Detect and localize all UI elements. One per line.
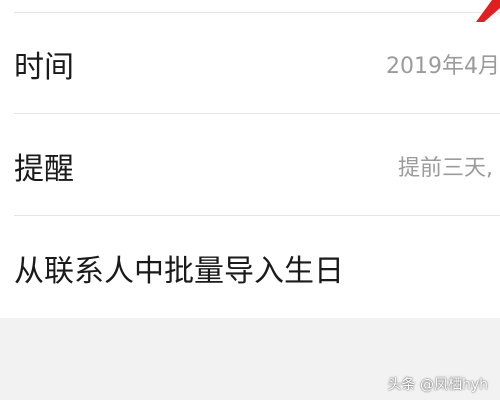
divider bbox=[14, 113, 500, 114]
reminder-label: 提醒 bbox=[14, 151, 74, 187]
time-value: 2019年4月 bbox=[386, 53, 500, 79]
red-arrow-icon bbox=[476, 0, 500, 22]
import-birthdays-row[interactable]: 从联系人中批量导入生日 bbox=[0, 217, 500, 318]
import-birthdays-label: 从联系人中批量导入生日 bbox=[14, 253, 344, 289]
divider bbox=[14, 215, 500, 216]
time-row[interactable]: 时间 2019年4月 bbox=[0, 13, 500, 114]
watermark-text: 头条 @凤栖hyh bbox=[387, 377, 488, 393]
reminder-value: 提前三天, bbox=[398, 155, 493, 181]
settings-list: 时间 2019年4月 提醒 提前三天, 从联系人中批量导入生日 bbox=[0, 0, 500, 318]
reminder-row[interactable]: 提醒 提前三天, bbox=[0, 115, 500, 216]
time-label: 时间 bbox=[14, 49, 74, 85]
